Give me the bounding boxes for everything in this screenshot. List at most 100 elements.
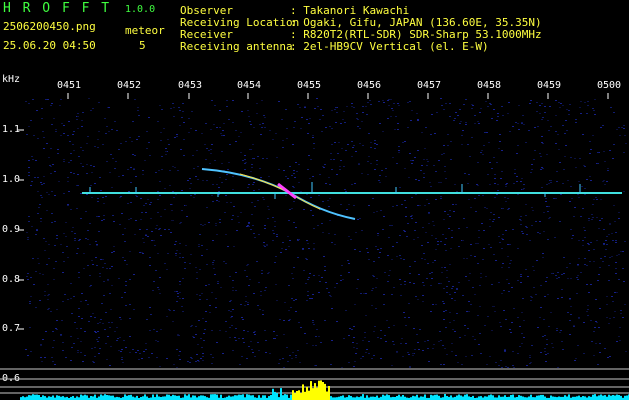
level-bar — [102, 395, 104, 400]
noise-dot — [440, 98, 442, 99]
noise-dot — [504, 197, 506, 198]
noise-dot — [155, 228, 157, 229]
noise-dot — [39, 300, 41, 301]
noise-dot — [467, 144, 469, 145]
noise-dot — [519, 326, 521, 327]
noise-dot — [220, 287, 222, 288]
noise-dot — [505, 366, 507, 367]
noise-dot — [250, 229, 252, 230]
noise-dot — [366, 248, 368, 249]
level-bar — [188, 394, 190, 400]
noise-dot — [466, 258, 468, 259]
noise-dot — [401, 338, 403, 339]
noise-dot — [53, 340, 55, 341]
noise-dot — [609, 223, 611, 224]
noise-dot — [619, 327, 621, 328]
noise-dot — [272, 139, 274, 140]
noise-dot — [544, 296, 546, 297]
noise-dot — [35, 307, 37, 308]
noise-dot — [76, 328, 78, 329]
noise-dot — [566, 130, 568, 131]
noise-dot — [210, 153, 212, 154]
noise-dot — [28, 103, 30, 104]
noise-dot — [469, 273, 471, 274]
noise-dot — [422, 350, 424, 351]
noise-dot — [574, 158, 576, 159]
noise-dot — [616, 292, 618, 293]
noise-dot — [474, 198, 476, 199]
noise-dot — [476, 184, 478, 185]
noise-dot — [190, 326, 192, 327]
noise-dot — [223, 261, 225, 262]
noise-dot — [239, 364, 241, 365]
noise-dot — [127, 169, 129, 170]
noise-dot — [82, 166, 84, 167]
noise-dot — [325, 127, 327, 128]
noise-dot — [493, 109, 495, 110]
noise-dot — [73, 296, 75, 297]
noise-dot — [251, 349, 253, 350]
noise-dot — [60, 334, 62, 335]
noise-dot — [156, 225, 158, 226]
noise-dot — [453, 320, 455, 321]
noise-dot — [372, 198, 374, 199]
noise-dot — [48, 294, 50, 295]
noise-dot — [87, 265, 89, 266]
noise-dot — [220, 133, 222, 134]
noise-dot — [507, 198, 509, 199]
noise-dot — [367, 102, 369, 103]
noise-dot — [202, 225, 204, 226]
noise-dot — [605, 249, 607, 250]
noise-dot — [35, 234, 37, 235]
noise-dot — [606, 181, 608, 182]
noise-dot — [334, 109, 336, 110]
noise-dot — [584, 194, 586, 195]
noise-dot — [96, 265, 98, 266]
noise-dot — [199, 295, 201, 296]
noise-dot — [544, 335, 546, 336]
noise-dot — [414, 230, 416, 231]
noise-dot — [110, 309, 112, 310]
noise-dot — [404, 200, 406, 201]
noise-dot — [423, 253, 425, 254]
noise-dot — [142, 174, 144, 175]
noise-dot — [449, 322, 451, 323]
noise-dot — [209, 163, 211, 164]
noise-dot — [586, 311, 588, 312]
noise-dot — [387, 281, 389, 282]
noise-dot — [242, 338, 244, 339]
level-bar — [498, 395, 500, 400]
noise-dot — [396, 351, 398, 352]
noise-dot — [94, 146, 96, 147]
noise-dot — [380, 330, 382, 331]
noise-dot — [471, 137, 473, 138]
noise-dot — [36, 230, 38, 231]
noise-dot — [390, 99, 392, 100]
noise-dot — [172, 191, 174, 192]
level-bar — [384, 395, 386, 400]
level-bar — [270, 395, 272, 400]
noise-dot — [556, 181, 558, 182]
noise-dot — [501, 248, 503, 249]
noise-dot — [129, 279, 131, 280]
noise-dot — [569, 201, 571, 202]
noise-dot — [276, 234, 278, 235]
noise-dot — [417, 205, 419, 206]
noise-dot — [222, 130, 224, 131]
noise-dot — [273, 233, 275, 234]
noise-dot — [604, 184, 606, 185]
noise-dot — [494, 183, 496, 184]
noise-dot — [584, 258, 586, 259]
noise-dot — [529, 357, 531, 358]
noise-dot — [580, 216, 582, 217]
noise-dot — [373, 212, 375, 213]
noise-dot — [78, 277, 80, 278]
noise-dot — [519, 219, 521, 220]
noise-dot — [200, 358, 202, 359]
noise-dot — [279, 319, 281, 320]
level-bar — [520, 395, 522, 400]
noise-dot — [353, 347, 355, 348]
noise-dot — [430, 285, 432, 286]
noise-dot — [426, 165, 428, 166]
level-bar — [168, 394, 170, 400]
